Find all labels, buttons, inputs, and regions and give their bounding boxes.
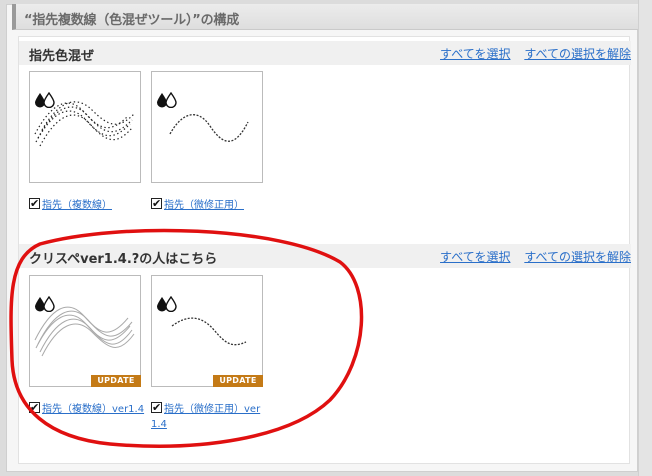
tool-checkbox-row[interactable]: 指先（複数線） xyxy=(29,196,112,213)
tool-link-continued[interactable]: 1.4 xyxy=(151,419,167,430)
deselect-all-link[interactable]: すべての選択を解除 xyxy=(524,47,631,61)
brush-stroke-preview xyxy=(171,317,247,346)
page-title: “指先複数線（色混ぜツール）”の構成 xyxy=(12,4,638,30)
section-title: クリスペver1.4.?の人はこちら xyxy=(29,252,218,267)
update-badge: UPDATE xyxy=(91,375,141,387)
tool-checkbox-row[interactable]: 指先（微修正用）ver 1.4 xyxy=(151,400,261,432)
tool-checkbox-row[interactable]: 指先（複数線）ver1.4 xyxy=(29,400,144,417)
tool-preview-card[interactable]: UPDATE xyxy=(29,275,141,387)
scroll-rail[interactable] xyxy=(638,0,652,476)
selection-links: すべてを選択 すべての選択を解除 xyxy=(430,45,631,62)
tool-link[interactable]: 指先（複数線） xyxy=(42,200,112,211)
tool-link[interactable]: 指先（複数線）ver1.4 xyxy=(42,404,144,415)
section-header-1: 指先色混ぜ すべてを選択 すべての選択を解除 xyxy=(19,41,631,65)
tool-link[interactable]: 指先（微修正用） xyxy=(164,200,244,211)
checkbox-checked-icon[interactable] xyxy=(29,196,40,211)
tool-preview-card[interactable] xyxy=(29,71,141,183)
select-all-link[interactable]: すべてを選択 xyxy=(440,47,510,61)
checkbox-checked-icon[interactable] xyxy=(151,400,162,415)
brush-stroke-preview xyxy=(169,114,249,142)
selection-links: すべてを選択 すべての選択を解除 xyxy=(430,248,631,265)
checkbox-checked-icon[interactable] xyxy=(29,400,40,415)
tool-link[interactable]: 指先（微修正用）ver xyxy=(164,404,260,415)
update-badge: UPDATE xyxy=(213,375,263,387)
tool-preview-card[interactable] xyxy=(151,71,263,183)
deselect-all-link[interactable]: すべての選択を解除 xyxy=(524,250,631,264)
brush-stroke-preview xyxy=(34,101,135,147)
checkbox-checked-icon[interactable] xyxy=(151,196,162,211)
content-panel: 指先色混ぜ すべてを選択 すべての選択を解除 ✔指先（複数線） ✔ 指先（微修正… xyxy=(18,36,631,464)
select-all-link[interactable]: すべてを選択 xyxy=(440,250,510,264)
section-title: 指先色混ぜ xyxy=(29,49,95,64)
brush-stroke-preview xyxy=(34,306,135,357)
section-header-2: クリスペver1.4.?の人はこちら すべてを選択 すべての選択を解除 xyxy=(19,244,631,268)
tool-checkbox-row[interactable]: 指先（微修正用） xyxy=(151,196,244,213)
tool-preview-card[interactable]: UPDATE xyxy=(151,275,263,387)
